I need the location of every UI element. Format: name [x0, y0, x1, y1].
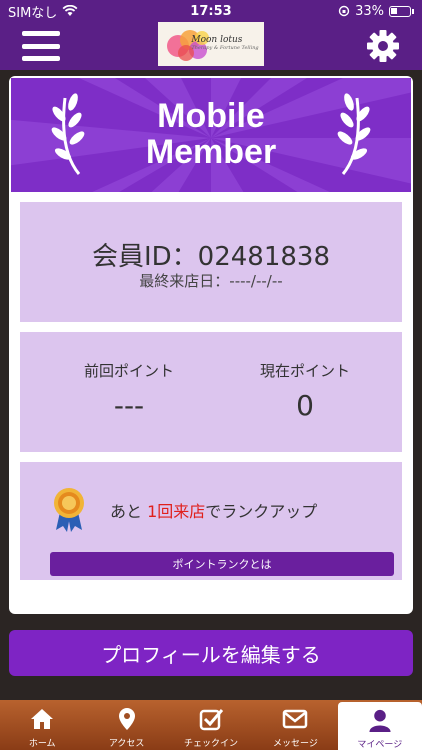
battery-icon: [389, 5, 411, 17]
previous-points-value: ---: [113, 389, 145, 422]
logo-text: Moon lotus Therapy & Fortune Telling: [191, 35, 259, 52]
banner-title: Mobile Member: [145, 97, 277, 171]
current-points: 現在ポイント 0: [230, 360, 380, 422]
member-card: Mobile Member 会員ID：02481838 最終来店日：----/-…: [9, 76, 413, 614]
visits-needed: 1回来店: [147, 502, 206, 521]
tab-message[interactable]: メッセージ: [253, 700, 337, 750]
mobile-member-banner: Mobile Member: [11, 78, 411, 192]
current-points-value: 0: [296, 389, 314, 422]
rank-up-message: あと 1回来店でランクアップ: [110, 502, 318, 521]
orientation-lock-icon: [338, 5, 350, 17]
tab-bar: ホーム アクセス チェックイン メッセージ マイページ: [0, 700, 422, 750]
brand-logo[interactable]: Moon lotus Therapy & Fortune Telling: [158, 22, 264, 66]
app-header: Moon lotus Therapy & Fortune Telling: [0, 22, 422, 70]
wifi-icon: [62, 5, 78, 16]
last-visit-date: 最終来店日：----/--/--: [139, 272, 283, 290]
medal-icon: [54, 488, 84, 532]
previous-points: 前回ポイント ---: [54, 360, 204, 422]
rank-panel: あと 1回来店でランクアップ ポイントランクとは: [20, 462, 402, 580]
mail-icon: [283, 709, 308, 729]
hamburger-icon[interactable]: [22, 31, 60, 61]
tab-mypage[interactable]: マイページ: [337, 702, 422, 750]
member-id: 会員ID：02481838: [91, 242, 331, 272]
home-icon: [31, 709, 54, 729]
carrier-text: SIMなし: [8, 5, 58, 21]
checkin-icon: [199, 709, 224, 731]
battery-cap: [412, 8, 414, 14]
edit-profile-button[interactable]: プロフィールを編集する: [9, 630, 413, 676]
current-points-label: 現在ポイント: [259, 362, 350, 380]
points-panel: 前回ポイント --- 現在ポイント 0: [20, 332, 402, 452]
battery-percent: 33%: [355, 3, 384, 19]
status-bar: SIMなし 17:53 33%: [0, 0, 422, 22]
tab-checkin[interactable]: チェックイン: [169, 700, 253, 750]
map-pin-icon: [118, 708, 135, 730]
gear-icon[interactable]: [366, 29, 400, 63]
previous-points-label: 前回ポイント: [83, 362, 174, 380]
member-id-panel: 会員ID：02481838 最終来店日：----/--/--: [20, 202, 402, 322]
point-rank-info-button[interactable]: ポイントランクとは: [50, 552, 394, 576]
user-icon: [369, 709, 391, 733]
tab-home[interactable]: ホーム: [0, 700, 84, 750]
tab-access[interactable]: アクセス: [84, 700, 168, 750]
